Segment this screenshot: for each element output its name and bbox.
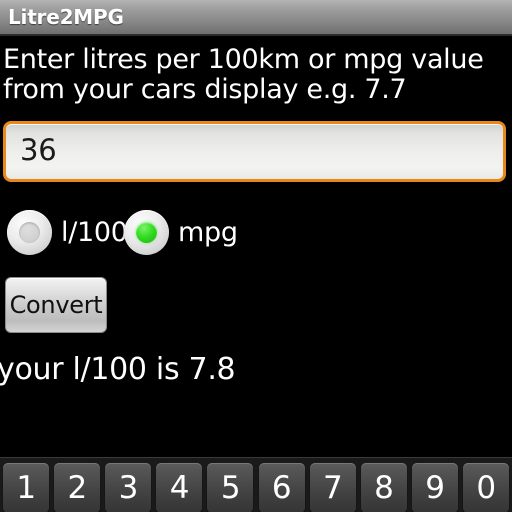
key-5[interactable]: 5 [207, 463, 254, 512]
app-title: Litre2MPG [8, 5, 124, 29]
convert-button[interactable]: Convert [5, 277, 107, 333]
radio-option-l100[interactable]: l/100 [7, 203, 128, 261]
instruction-text: Enter litres per 100km or mpg value from… [3, 44, 484, 105]
key-9[interactable]: 9 [411, 463, 458, 512]
unit-radio-group: l/100 mpg [0, 203, 512, 261]
radio-icon-mpg[interactable] [124, 209, 169, 255]
key-0[interactable]: 0 [462, 463, 509, 512]
key-2[interactable]: 2 [54, 463, 101, 512]
radio-dot-selected [136, 221, 157, 243]
keyboard-number-row: 1 2 3 4 5 6 7 8 9 0 [0, 463, 512, 512]
radio-option-mpg[interactable]: mpg [124, 203, 238, 261]
value-input-text: 36 [20, 133, 57, 167]
key-3[interactable]: 3 [105, 463, 152, 512]
radio-dot-unselected [19, 221, 40, 243]
key-7[interactable]: 7 [309, 463, 356, 512]
app-screen: Litre2MPG Enter litres per 100km or mpg … [0, 0, 512, 512]
value-input[interactable]: 36 [3, 121, 506, 182]
key-8[interactable]: 8 [360, 463, 407, 512]
key-6[interactable]: 6 [258, 463, 305, 512]
key-1[interactable]: 1 [3, 463, 49, 512]
key-4[interactable]: 4 [156, 463, 203, 512]
numeric-keyboard: 1 2 3 4 5 6 7 8 9 0 [0, 457, 512, 512]
radio-label-l100: l/100 [61, 216, 128, 248]
title-bar: Litre2MPG [0, 0, 512, 36]
radio-label-mpg: mpg [178, 216, 238, 248]
radio-icon-l100[interactable] [7, 209, 52, 255]
result-text: your l/100 is 7.8 [0, 352, 236, 387]
